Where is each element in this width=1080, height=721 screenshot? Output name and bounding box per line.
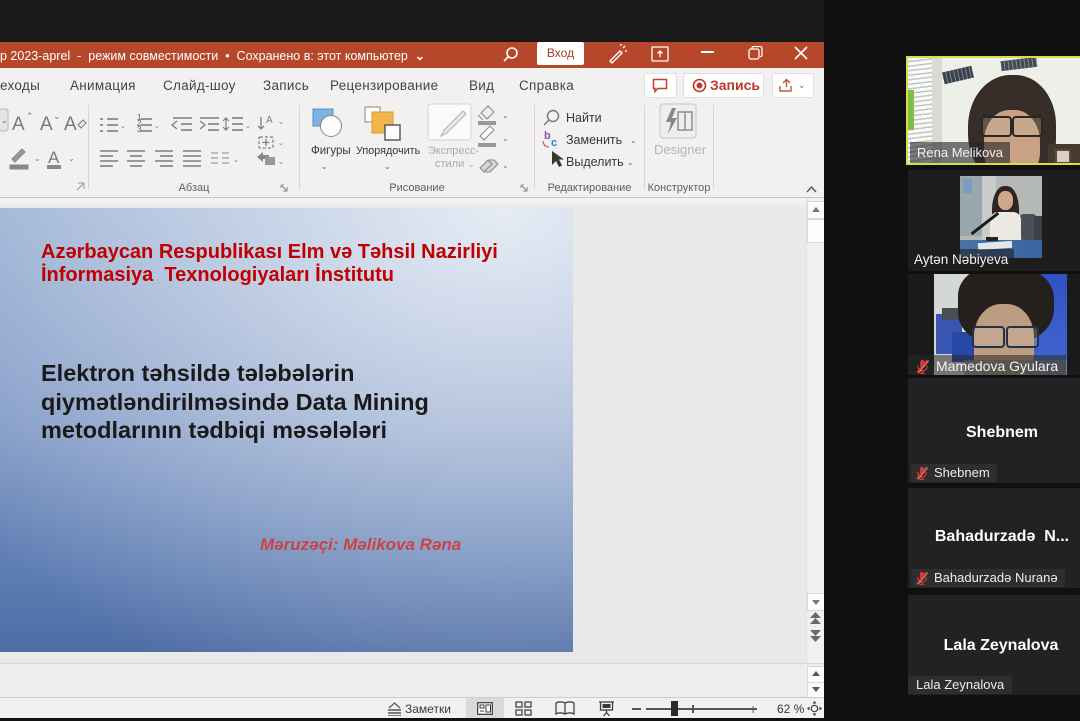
svg-text:⌄: ⌄ (233, 157, 239, 164)
svg-text:⌄: ⌄ (68, 154, 75, 163)
svg-text:⌄: ⌄ (278, 140, 284, 147)
svg-text:Упорядочить: Упорядочить (356, 145, 421, 157)
svg-text:Выделить: Выделить (566, 155, 624, 169)
svg-text:Designer: Designer (654, 142, 707, 157)
svg-text:⌄: ⌄ (1, 116, 8, 125)
svg-text:⌄: ⌄ (53, 111, 61, 121)
svg-text:⌄: ⌄ (245, 123, 251, 130)
svg-text:⌄: ⌄ (502, 111, 509, 120)
svg-text:A: A (48, 148, 60, 167)
svg-text:⌄: ⌄ (384, 162, 391, 171)
svg-text:⌄: ⌄ (278, 119, 284, 126)
svg-text:⌄: ⌄ (630, 136, 637, 145)
svg-text:A: A (64, 114, 77, 135)
svg-text:⌄: ⌄ (278, 159, 284, 166)
svg-text:A: A (266, 115, 273, 126)
svg-text:⌄: ⌄ (321, 162, 328, 171)
svg-text:⌄: ⌄ (627, 158, 634, 167)
svg-text:стили: стили (435, 158, 464, 170)
svg-text:Заменить: Заменить (566, 133, 622, 147)
svg-text:A: A (12, 114, 25, 135)
svg-text:⌃: ⌃ (26, 111, 34, 121)
svg-text:⌄: ⌄ (34, 154, 41, 163)
svg-text:3: 3 (137, 125, 142, 134)
svg-text:⌄: ⌄ (468, 160, 475, 169)
svg-text:Экспресс-: Экспресс- (428, 145, 480, 157)
svg-text:⌄: ⌄ (502, 134, 509, 143)
svg-text:A: A (40, 114, 53, 135)
svg-text:⌄: ⌄ (154, 123, 160, 130)
svg-text:c: c (551, 137, 557, 149)
svg-text:b: b (544, 130, 551, 142)
svg-text:⌄: ⌄ (120, 123, 126, 130)
svg-text:⌄: ⌄ (502, 161, 509, 170)
svg-text:Найти: Найти (566, 111, 602, 125)
svg-text:Фигуры: Фигуры (311, 145, 351, 157)
